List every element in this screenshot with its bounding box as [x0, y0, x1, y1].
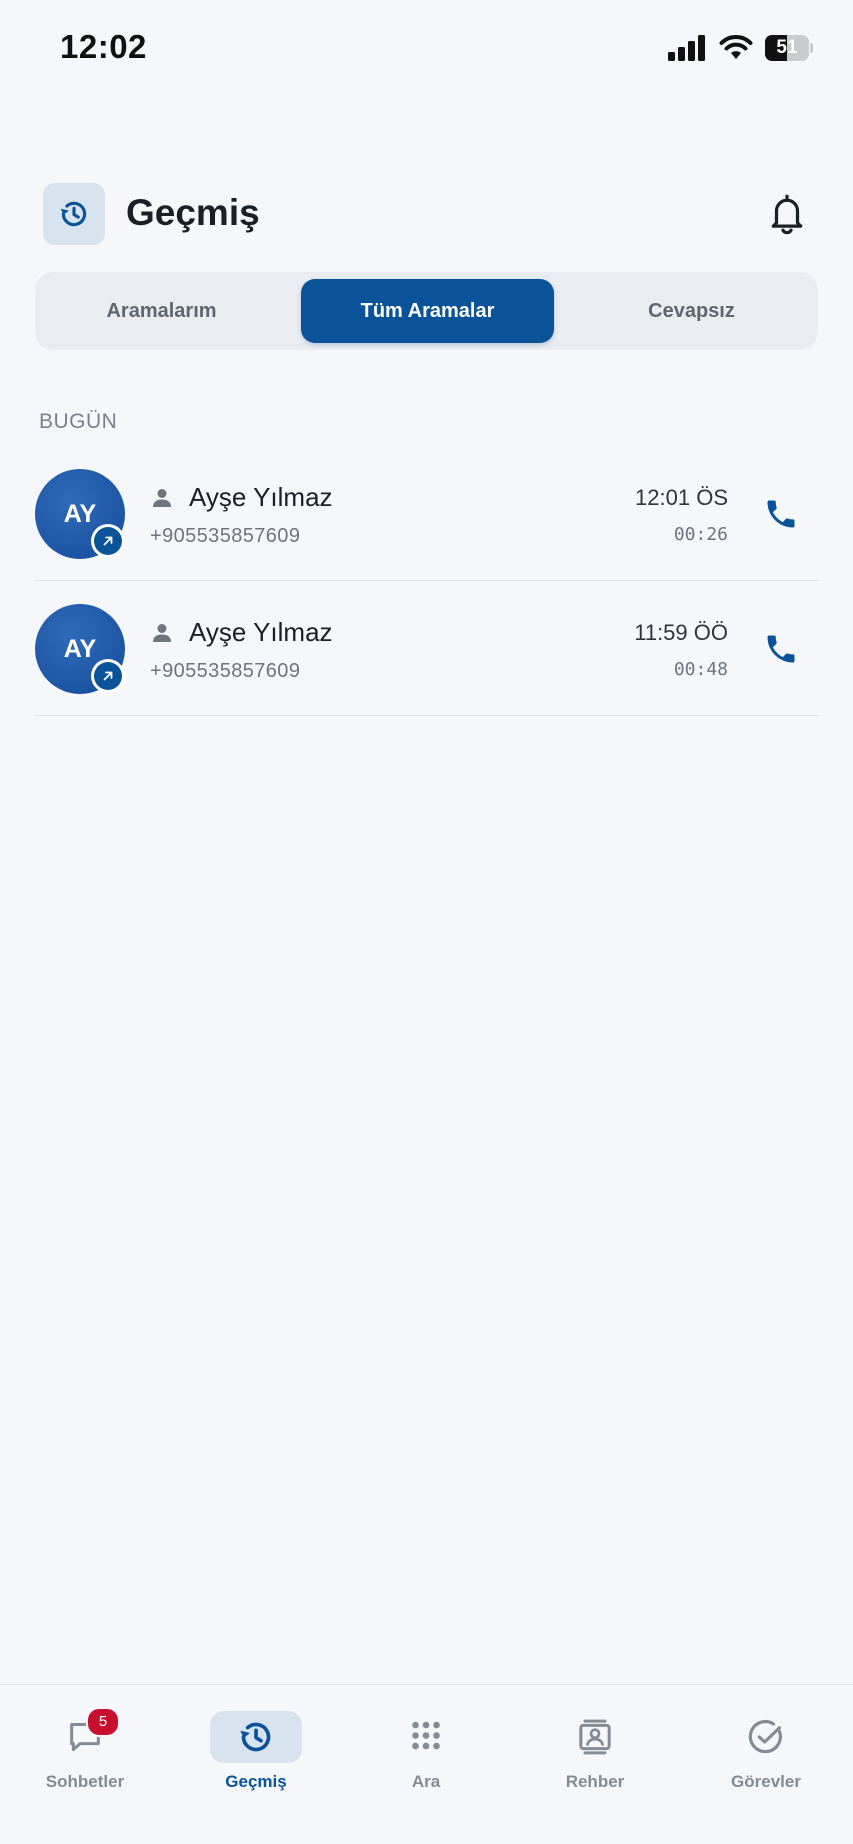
- call-list: AY Ayşe Yılmaz +905535857609 12:01 ÖS 00…: [35, 446, 819, 716]
- person-icon: [153, 489, 171, 507]
- nav-icon-wrap: [549, 1711, 641, 1763]
- battery-tip: [810, 43, 813, 53]
- history-icon: [240, 1722, 271, 1752]
- phone-icon: [767, 500, 795, 528]
- nav-icon-wrap: [720, 1711, 812, 1763]
- battery-icon: 51: [765, 35, 813, 61]
- call-row[interactable]: AY Ayşe Yılmaz +905535857609 11:59 ÖÖ 00…: [35, 581, 819, 716]
- bottom-navigation: 5 Sohbetler Geçmiş Ara Rehber Görevler: [0, 1684, 853, 1844]
- call-time: 11:59 ÖÖ: [634, 620, 728, 645]
- caller-number: +905535857609: [150, 525, 301, 547]
- person-icon: [153, 624, 171, 642]
- tab-missed-calls[interactable]: Cevapsız: [565, 279, 818, 343]
- nav-label: Sohbetler: [45, 1772, 125, 1791]
- battery-level: 51: [776, 37, 798, 58]
- nav-item-chats[interactable]: 5 Sohbetler: [20, 1697, 150, 1797]
- caller-name: Ayşe Yılmaz: [189, 617, 333, 647]
- call-time: 12:01 ÖS: [635, 485, 728, 510]
- nav-icon-wrap: [380, 1711, 472, 1763]
- bell-icon: [771, 194, 803, 235]
- page-title: Geçmiş: [126, 192, 260, 233]
- unread-badge: 5: [86, 1707, 120, 1737]
- call-direction-badge: [91, 524, 125, 558]
- nav-item-dialpad[interactable]: Ara: [361, 1697, 491, 1797]
- header-history-badge: [43, 183, 105, 245]
- outgoing-arrow-icon: [103, 671, 113, 681]
- contacts-book-icon: [579, 1719, 611, 1755]
- nav-item-contacts[interactable]: Rehber: [530, 1697, 660, 1797]
- section-label-today: BUGÜN: [39, 410, 118, 433]
- check-circle-icon: [748, 1720, 782, 1754]
- avatar-initials: AY: [63, 634, 97, 663]
- cellular-signal-icon: [668, 35, 705, 61]
- call-back-button[interactable]: [759, 492, 803, 536]
- call-duration: 00:26: [673, 524, 728, 545]
- call-history-screen: 12:02 51 Geçmiş Aramalarım Tüm Aramalar …: [0, 0, 853, 1844]
- caller-number: +905535857609: [150, 660, 301, 682]
- notifications-button[interactable]: [761, 188, 813, 240]
- call-row[interactable]: AY Ayşe Yılmaz +905535857609 12:01 ÖS 00…: [35, 446, 819, 581]
- call-filter-tabs: Aramalarım Tüm Aramalar Cevapsız: [35, 272, 818, 350]
- history-icon: [60, 201, 87, 227]
- status-icons: 51: [667, 32, 813, 64]
- caller-name: Ayşe Yılmaz: [189, 482, 333, 512]
- call-duration: 00:48: [673, 659, 728, 680]
- nav-item-tasks[interactable]: Görevler: [701, 1697, 831, 1797]
- tab-all-calls[interactable]: Tüm Aramalar: [301, 279, 554, 343]
- status-time: 12:02: [60, 28, 147, 65]
- wifi-icon: [719, 35, 753, 59]
- nav-label: Geçmiş: [225, 1772, 287, 1791]
- status-bar: 12:02 51: [0, 0, 853, 100]
- call-direction-badge: [91, 659, 125, 693]
- dialpad-icon: [412, 1721, 440, 1750]
- nav-icon-wrap: [210, 1711, 302, 1763]
- call-back-button[interactable]: [759, 627, 803, 671]
- avatar-initials: AY: [63, 499, 97, 528]
- page-header: Geçmiş: [0, 180, 853, 246]
- nav-label: Görevler: [731, 1772, 801, 1791]
- phone-icon: [767, 635, 795, 663]
- nav-label: Rehber: [565, 1772, 625, 1791]
- tab-my-calls[interactable]: Aramalarım: [35, 279, 288, 343]
- outgoing-arrow-icon: [103, 536, 113, 546]
- nav-label: Ara: [411, 1772, 441, 1791]
- nav-item-history[interactable]: Geçmiş: [191, 1697, 321, 1797]
